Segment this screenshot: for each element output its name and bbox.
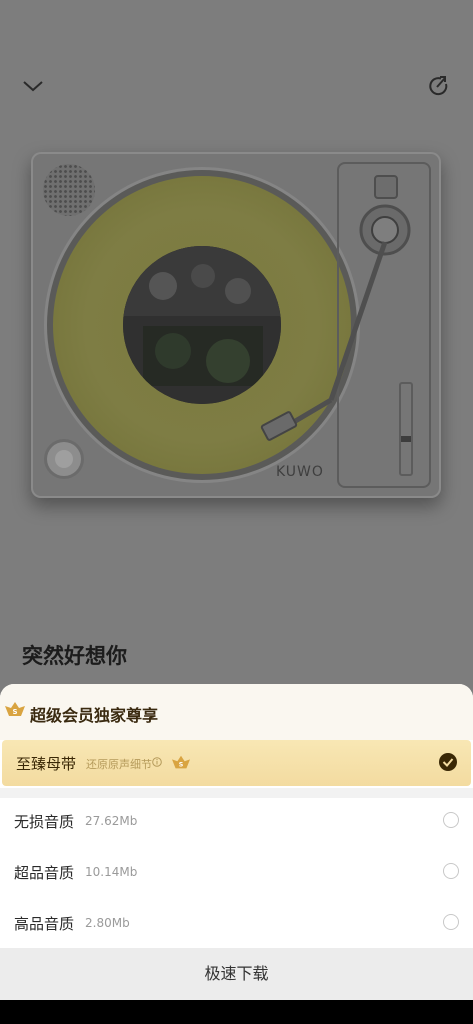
pitch-slider (399, 382, 413, 476)
turntable: KUWO (31, 152, 441, 498)
turntable-brand: KUWO (276, 464, 324, 480)
speaker-grille (43, 164, 95, 216)
chevron-down-icon[interactable] (22, 76, 44, 96)
sheet-title: 超级会员独家尊享 (30, 706, 159, 725)
option-description: 还原原声细节 (86, 758, 152, 771)
option-lossless[interactable]: 无损音质 27.62Mb (0, 798, 473, 844)
option-high-quality[interactable]: 高品音质 2.80Mb (0, 900, 473, 946)
vip-badge-icon: S (5, 702, 25, 716)
check-icon (439, 753, 457, 771)
option-radio[interactable] (443, 812, 459, 828)
share-icon[interactable] (427, 74, 451, 98)
svg-text:S: S (12, 708, 17, 716)
player-background: KUWO 突然好想你 (0, 0, 473, 700)
vinyl-disc (53, 176, 351, 474)
option-label: 无损音质 (14, 813, 75, 831)
vinyl-record (47, 170, 357, 480)
divider (0, 788, 473, 798)
system-nav-bar (0, 1000, 473, 1024)
start-knob (47, 442, 81, 476)
option-label: 超品音质 (14, 864, 75, 882)
option-size: 27.62Mb (85, 814, 138, 828)
option-size: 10.14Mb (85, 865, 138, 879)
option-radio[interactable] (443, 863, 459, 879)
option-master-tape[interactable]: 至臻母带 还原原声细节 S (2, 740, 471, 786)
option-label: 至臻母带 (16, 755, 77, 773)
album-cover (123, 246, 281, 404)
option-super-quality[interactable]: 超品音质 10.14Mb (0, 849, 473, 895)
option-size: 2.80Mb (85, 916, 130, 930)
album-cover-art (123, 246, 281, 404)
vip-badge-icon: S (172, 755, 190, 769)
svg-text:S: S (179, 762, 184, 769)
info-icon[interactable] (152, 757, 162, 767)
option-radio[interactable] (443, 914, 459, 930)
tonearm-panel (337, 162, 431, 488)
fast-download-button[interactable]: 极速下载 (0, 948, 473, 1000)
option-label: 高品音质 (14, 915, 75, 933)
song-title: 突然好想你 (22, 644, 127, 668)
sheet-header: S 超级会员独家尊享 (0, 684, 473, 740)
